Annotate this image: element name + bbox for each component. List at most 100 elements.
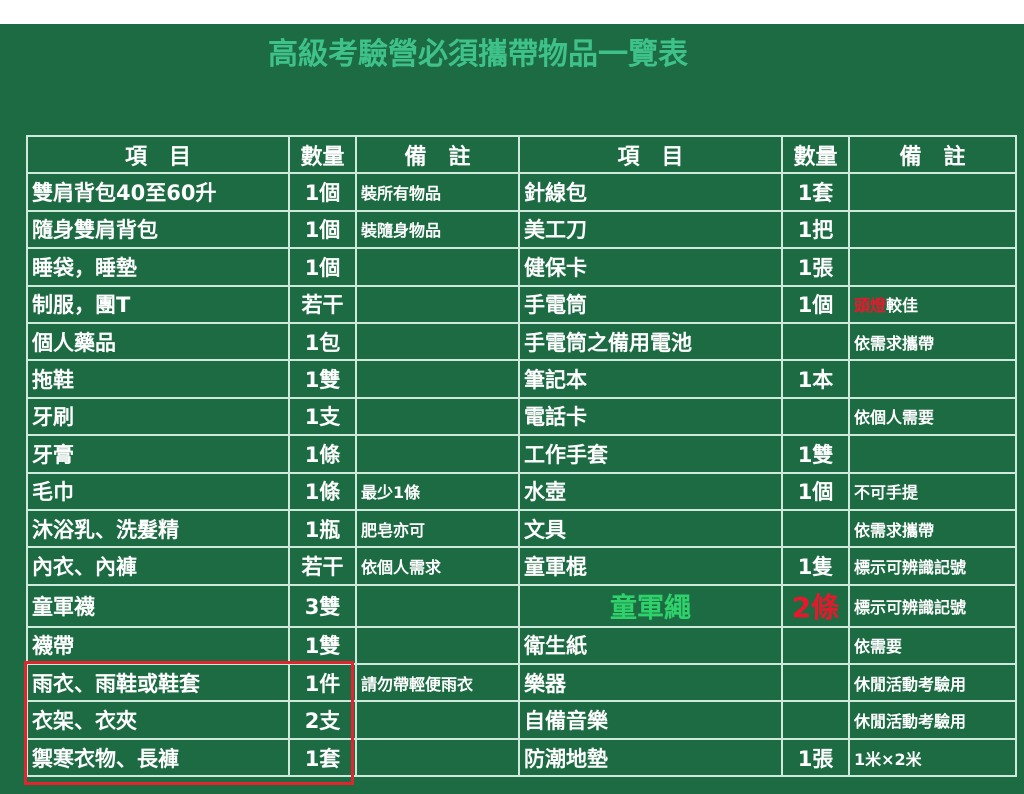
table-row: 隨身雙肩背包 1個 裝隨身物品 美工刀 1把: [26, 209, 1017, 250]
item-cell: 衛生紙: [518, 625, 783, 666]
table-row: 牙刷 1支 電話卡 依個人需要: [26, 396, 1017, 437]
item-cell: 隨身雙肩背包: [26, 209, 290, 250]
qty-cell: 1雙: [288, 359, 357, 399]
note-cell: 裝隨身物品: [355, 209, 520, 250]
qty-cell: 若干: [288, 284, 357, 324]
note-cell: 頭燈較佳: [848, 284, 1017, 324]
item-cell: 童軍棍: [518, 546, 783, 586]
item-cell: 防潮地墊: [518, 737, 783, 778]
qty-cell: 1個: [781, 284, 850, 324]
table-row: 制服，團T 若干 手電筒 1個 頭燈較佳: [26, 284, 1017, 324]
item-cell: 睡袋，睡墊: [26, 247, 290, 287]
note-cell: 請勿帶輕便雨衣: [355, 663, 520, 703]
qty-cell: [781, 396, 850, 437]
header-note-left: 備 註: [355, 134, 520, 175]
note-cell: [355, 625, 520, 666]
qty-cell: 若干: [288, 546, 357, 586]
note-cell: 依個人需要: [848, 396, 1017, 437]
qty-cell: 1張: [781, 247, 850, 287]
item-cell: 襪帶: [26, 625, 290, 666]
note-emphasis: 頭燈: [854, 296, 887, 316]
qty-cell: 1包: [288, 321, 357, 362]
item-cell: 雙肩背包40至60升: [26, 172, 290, 212]
table-row: 個人藥品 1包 手電筒之備用電池 依需求攜帶: [26, 321, 1017, 362]
item-cell: 美工刀: [518, 209, 783, 250]
item-cell: 牙膏: [26, 434, 290, 474]
item-cell: 禦寒衣物、長褲: [26, 737, 290, 778]
note-cell: 肥皂亦可: [355, 508, 520, 549]
qty-cell: 1套: [288, 737, 357, 778]
table-row: 牙膏 1條 工作手套 1雙: [26, 434, 1017, 474]
note-cell: 裝所有物品: [355, 172, 520, 212]
table-row: 毛巾 1條 最少1條 水壺 1個 不可手提: [26, 471, 1017, 511]
qty-cell: [781, 321, 850, 362]
header-item-left: 項 目: [26, 134, 290, 175]
qty-cell: 1個: [781, 471, 850, 511]
note-cell: 依個人需求: [355, 546, 520, 586]
qty-cell: 1條: [288, 434, 357, 474]
qty-cell: 1本: [781, 359, 850, 399]
table-row: 童軍襪 3雙 童軍繩 2條 標示可辨識記號: [26, 583, 1017, 628]
qty-cell: [781, 700, 850, 740]
qty-cell: 1支: [288, 396, 357, 437]
item-cell: 健保卡: [518, 247, 783, 287]
table-row: 睡袋，睡墊 1個 健保卡 1張: [26, 247, 1017, 287]
table-row: 衣架、衣夾 2支 自備音樂 休閒活動考驗用: [26, 700, 1017, 740]
qty-cell: 1件: [288, 663, 357, 703]
qty-cell: 1張: [781, 737, 850, 778]
item-cell: 針線包: [518, 172, 783, 212]
note-cell: 依需求攜帶: [848, 321, 1017, 362]
qty-cell: 3雙: [288, 583, 357, 628]
note-cell: [355, 247, 520, 287]
qty-cell: 1個: [288, 247, 357, 287]
item-cell: 自備音樂: [518, 700, 783, 740]
table-row: 襪帶 1雙 衛生紙 依需要: [26, 625, 1017, 666]
note-cell: 最少1條: [355, 471, 520, 511]
note-cell: 1米×2米: [848, 737, 1017, 778]
qty-cell: [781, 508, 850, 549]
note-cell: [848, 247, 1017, 287]
item-cell: 內衣、內褲: [26, 546, 290, 586]
header-qty-left: 數量: [288, 134, 357, 175]
page-title: 高級考驗營必須攜帶物品一覽表: [268, 37, 688, 72]
item-cell: 手電筒: [518, 284, 783, 324]
header-row: 項 目 數量 備 註 項 目 數量 備 註: [26, 134, 1017, 175]
item-cell: 手電筒之備用電池: [518, 321, 783, 362]
note-cell: 標示可辨識記號: [848, 546, 1017, 586]
item-cell-highlighted: 童軍繩: [518, 583, 783, 628]
item-cell: 雨衣、雨鞋或鞋套: [26, 663, 290, 703]
qty-cell: 1隻: [781, 546, 850, 586]
table-row: 沐浴乳、洗髮精 1瓶 肥皂亦可 文具 依需求攜帶: [26, 508, 1017, 549]
item-cell: 衣架、衣夾: [26, 700, 290, 740]
note-text: 較佳: [886, 296, 919, 316]
item-cell: 牙刷: [26, 396, 290, 437]
note-cell: 依需要: [848, 625, 1017, 666]
qty-cell: [781, 625, 850, 666]
item-cell: 沐浴乳、洗髮精: [26, 508, 290, 549]
note-cell: [355, 359, 520, 399]
item-cell: 拖鞋: [26, 359, 290, 399]
item-cell: 樂器: [518, 663, 783, 703]
note-cell: 休閒活動考驗用: [848, 700, 1017, 740]
qty-cell: [781, 663, 850, 703]
note-cell: 依需求攜帶: [848, 508, 1017, 549]
note-cell: [355, 434, 520, 474]
table-row: 拖鞋 1雙 筆記本 1本: [26, 359, 1017, 399]
item-cell: 童軍襪: [26, 583, 290, 628]
item-cell: 制服，團T: [26, 284, 290, 324]
note-cell: 休閒活動考驗用: [848, 663, 1017, 703]
slide: 高級考驗營必須攜帶物品一覽表 項 目 數量 備 註 項 目 數量 備 註 雙肩背…: [0, 24, 1024, 794]
item-cell: 毛巾: [26, 471, 290, 511]
note-cell: [848, 359, 1017, 399]
qty-cell: 1個: [288, 209, 357, 250]
note-cell: [355, 284, 520, 324]
item-cell: 水壺: [518, 471, 783, 511]
qty-cell: 1個: [288, 172, 357, 212]
note-cell: [355, 737, 520, 778]
item-cell: 文具: [518, 508, 783, 549]
gear-table: 項 目 數量 備 註 項 目 數量 備 註 雙肩背包40至60升 1個 裝所有物…: [26, 134, 1017, 778]
item-cell: 個人藥品: [26, 321, 290, 362]
note-cell: [848, 434, 1017, 474]
note-cell: [355, 700, 520, 740]
note-cell: [355, 396, 520, 437]
